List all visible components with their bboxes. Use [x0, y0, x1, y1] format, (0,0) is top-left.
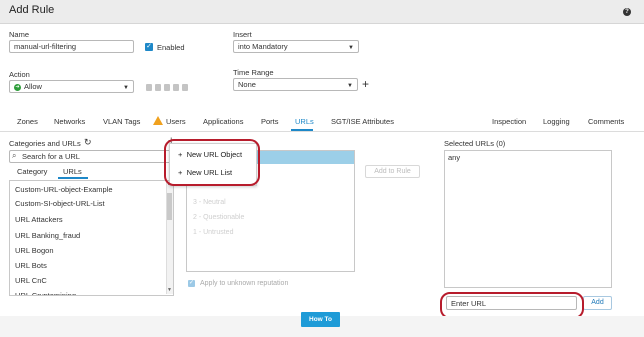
tab-vlan-tags[interactable]: VLAN Tags	[103, 117, 140, 126]
tab-comments[interactable]: Comments	[588, 117, 624, 126]
action-select-value: Allow	[24, 82, 42, 91]
highlight-ring-dropdown	[164, 139, 260, 186]
subtab-urls[interactable]: URLs	[63, 167, 82, 176]
list-item[interactable]: URL Bots	[15, 261, 47, 270]
time-range-select[interactable]: None ▼	[233, 78, 358, 91]
logging-icon[interactable]	[173, 84, 179, 91]
tab-applications[interactable]: Applications	[203, 117, 243, 126]
list-item[interactable]: Custom-SI-object-URL-List	[15, 199, 105, 208]
apply-unknown-label: Apply to unknown reputation	[200, 280, 289, 287]
enabled-label: Enabled	[157, 43, 185, 52]
selected-url-item[interactable]: any	[448, 153, 460, 162]
tab-users[interactable]: Users	[166, 117, 186, 126]
list-item[interactable]: URL Banking_fraud	[15, 231, 80, 240]
chevron-down-icon: ▼	[347, 83, 353, 89]
file-policy-icon[interactable]	[164, 84, 170, 91]
list-item[interactable]: URL Bogon	[15, 246, 54, 255]
tab-divider	[0, 131, 644, 132]
insert-select[interactable]: into Mandatory ▼	[233, 40, 359, 53]
add-to-rule-button[interactable]: Add to Rule	[365, 165, 420, 178]
tab-zones[interactable]: Zones	[17, 117, 38, 126]
tab-urls[interactable]: URLs	[295, 117, 314, 126]
refresh-icon[interactable]: ↻	[84, 137, 92, 148]
reputation-item[interactable]: 2 - Questionable	[193, 214, 244, 221]
enabled-checkbox[interactable]: ✓	[145, 43, 153, 51]
action-select[interactable]: ➜ Allow ▼	[9, 80, 134, 93]
intrusion-policy-icon[interactable]	[146, 84, 152, 91]
scroll-down-icon[interactable]: ▼	[167, 287, 172, 293]
list-item[interactable]: URL Cryptomining	[15, 291, 76, 295]
subtab-category[interactable]: Category	[17, 167, 47, 176]
time-range-label: Time Range	[233, 68, 274, 77]
scrollbar-thumb[interactable]	[167, 193, 172, 220]
chevron-down-icon: ▼	[348, 45, 354, 51]
list-item[interactable]: Custom-URL-object-Example	[15, 185, 113, 194]
variable-set-icon[interactable]	[155, 84, 161, 91]
selected-urls-list	[444, 150, 612, 288]
url-search-input[interactable]: Search for a URL	[9, 150, 174, 163]
tab-inspection[interactable]: Inspection	[492, 117, 526, 126]
categories-heading: Categories and URLs	[9, 139, 81, 148]
highlight-ring-enter-url	[440, 292, 584, 319]
subtab-indicator	[58, 177, 88, 179]
name-label: Name	[9, 30, 30, 39]
comment-icon[interactable]	[182, 84, 188, 91]
insert-label: Insert	[233, 30, 252, 39]
dialog-header	[0, 0, 644, 24]
tab-ports[interactable]: Ports	[261, 117, 279, 126]
action-label: Action	[9, 70, 30, 79]
how-to-button[interactable]: How To	[301, 312, 340, 327]
time-range-select-value: None	[238, 80, 256, 89]
name-input[interactable]: manual-url-filtering	[9, 40, 134, 53]
reputation-item[interactable]: 1 - Untrusted	[193, 229, 233, 236]
apply-unknown-checkbox[interactable]: ✓	[188, 280, 195, 287]
tab-logging[interactable]: Logging	[543, 117, 570, 126]
dialog-title: Add Rule	[9, 4, 55, 16]
list-item[interactable]: URL CnC	[15, 276, 47, 285]
add-time-range-icon[interactable]: +	[362, 77, 369, 91]
insert-select-value: into Mandatory	[238, 42, 288, 51]
tab-networks[interactable]: Networks	[54, 117, 85, 126]
selected-urls-heading: Selected URLs (0)	[444, 139, 506, 148]
warning-icon	[153, 116, 163, 125]
add-url-button[interactable]: Add	[583, 296, 612, 310]
help-icon[interactable]: ?	[623, 8, 631, 16]
reputation-item[interactable]: 3 - Neutral	[193, 199, 226, 206]
allow-icon: ➜	[14, 83, 21, 91]
tab-sgt-ise-attributes[interactable]: SGT/ISE Attributes	[331, 117, 394, 126]
search-icon: ⌕	[12, 151, 17, 160]
list-item[interactable]: URL Attackers	[15, 215, 63, 224]
chevron-down-icon: ▼	[123, 85, 129, 91]
active-tab-indicator	[291, 129, 313, 131]
